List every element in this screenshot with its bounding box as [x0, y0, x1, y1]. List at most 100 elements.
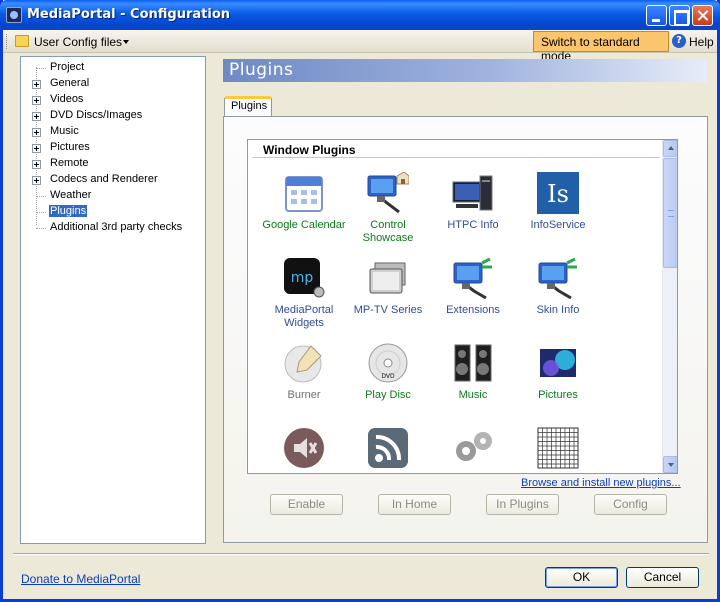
chevron-down-icon[interactable]: [123, 40, 129, 44]
plugin-tile[interactable]: Google Calendar: [262, 172, 346, 256]
plugin-label: HTPC Info: [447, 219, 499, 231]
plugin-label: InfoService: [530, 219, 586, 231]
scroll-down-button[interactable]: [663, 456, 677, 473]
group-header: Window Plugins: [263, 143, 356, 157]
tree-item-label: Remote: [50, 157, 89, 169]
plugin-tile[interactable]: [346, 427, 430, 473]
scrollbar-thumb[interactable]: [663, 158, 677, 268]
plugin-label: Extensions: [446, 304, 500, 316]
group-divider: [252, 157, 660, 158]
close-button[interactable]: [692, 5, 713, 26]
page-header: Plugins: [223, 59, 707, 82]
plugin-label: MediaPortal Widgets: [274, 304, 334, 329]
tree-branch-line: [36, 212, 46, 213]
tree-item-label: Videos: [50, 93, 84, 105]
plugin-label: Play Disc: [365, 389, 411, 401]
in-home-button[interactable]: In Home: [378, 494, 451, 515]
toolbar: User Config files Switch to standard mod…: [3, 30, 717, 63]
expand-plus-icon[interactable]: [32, 128, 41, 137]
expand-plus-icon[interactable]: [32, 160, 41, 169]
plugin-tile[interactable]: Skin Info: [516, 257, 600, 341]
plugin-tile[interactable]: [516, 427, 600, 473]
browse-plugins-link[interactable]: Browse and install new plugins...: [521, 477, 681, 489]
htpc-computer-icon: [452, 172, 494, 214]
window-title: MediaPortal - Configuration: [27, 7, 231, 22]
tree-item-label: Weather: [50, 189, 92, 201]
plugin-label: Music: [458, 389, 488, 401]
plugin-tile[interactable]: [262, 427, 346, 473]
tv-series-icon: [367, 257, 409, 299]
cancel-button[interactable]: Cancel: [626, 567, 699, 588]
config-button[interactable]: Config: [594, 494, 667, 515]
scroll-up-button[interactable]: [663, 140, 677, 157]
plugin-tile[interactable]: Pictures: [516, 342, 600, 426]
tree-branch-line: [36, 68, 46, 69]
tree-item-label: General: [50, 77, 90, 89]
donate-link[interactable]: Donate to MediaPortal: [21, 572, 140, 586]
plugin-tile[interactable]: mp MediaPortal Widgets: [262, 257, 346, 341]
speaker-muted-icon: [283, 427, 325, 469]
monitor-plug-home-icon: [367, 171, 410, 214]
minimize-button[interactable]: [646, 5, 667, 26]
rss-feed-icon: [367, 427, 409, 469]
tree-item-label: DVD Discs/Images: [50, 109, 143, 121]
plugin-label: Google Calendar: [262, 219, 346, 231]
footer-separator: [13, 553, 709, 555]
switch-mode-button[interactable]: Switch to standard mode: [533, 31, 669, 63]
tree-item-label: Codecs and Renderer: [50, 173, 158, 185]
toolbar-grip[interactable]: [6, 34, 9, 49]
expand-plus-icon[interactable]: [32, 144, 41, 153]
title-bar[interactable]: MediaPortal - Configuration: [0, 0, 720, 30]
tree-item-label: Plugins: [49, 205, 88, 217]
plugin-tile[interactable]: Music: [431, 342, 515, 426]
plugin-tile[interactable]: MP-TV Series: [346, 257, 430, 341]
speakers-icon: [452, 342, 494, 384]
tree-item-label: Pictures: [50, 141, 90, 153]
tree-item-label: Project: [50, 61, 85, 73]
section-tree[interactable]: Project General Videos DVD Discs/Images Musi…: [20, 56, 206, 544]
plugin-tile[interactable]: [431, 427, 515, 473]
help-icon[interactable]: ?: [672, 34, 686, 48]
expand-plus-icon[interactable]: [32, 96, 41, 105]
user-config-files-menu[interactable]: User Config files: [34, 35, 122, 49]
plugin-label: MP-TV Series: [353, 304, 423, 316]
maximize-button[interactable]: [669, 5, 690, 26]
plugin-tile[interactable]: Burner: [262, 342, 346, 426]
tree-branch-line: [36, 196, 46, 197]
config-window: MediaPortal - Configuration User Config …: [0, 0, 720, 602]
expand-plus-icon[interactable]: [32, 80, 41, 89]
plugin-label: Skin Info: [536, 304, 580, 316]
enable-button[interactable]: Enable: [270, 494, 343, 515]
monitor-plug-icon: [452, 257, 494, 300]
plugin-label: Control Showcase: [362, 219, 414, 244]
dvd-disc-icon: DVD: [367, 342, 409, 384]
plugin-label: Burner: [287, 389, 321, 401]
plugin-tile[interactable]: DVD Play Disc: [346, 342, 430, 426]
vertical-scrollbar[interactable]: [662, 140, 677, 473]
mediaportal-widgets-icon: mp: [283, 257, 325, 299]
plugin-tile[interactable]: Control Showcase: [346, 171, 430, 256]
plugin-tile[interactable]: Extensions: [431, 257, 515, 341]
svg-text:mp: mp: [291, 270, 314, 286]
expand-plus-icon[interactable]: [32, 176, 41, 185]
plugin-tile[interactable]: Is InfoService: [516, 172, 600, 256]
plugin-list[interactable]: Window Plugins Google Calendar Control Sh…: [247, 139, 678, 474]
monitor-plug-icon: [537, 257, 579, 300]
plugin-tile[interactable]: HTPC Info: [431, 172, 515, 256]
svg-text:Is: Is: [547, 180, 569, 208]
mediaportal-app-icon: [6, 7, 22, 23]
expand-plus-icon[interactable]: [32, 112, 41, 121]
tree-branch-line: [36, 228, 46, 229]
disc-pencil-icon: [283, 342, 325, 384]
in-plugins-button[interactable]: In Plugins: [486, 494, 559, 515]
tab-plugins[interactable]: Plugins: [224, 96, 272, 117]
gears-icon: [452, 427, 494, 469]
svg-text:DVD: DVD: [381, 373, 395, 380]
folder-icon[interactable]: [15, 35, 29, 47]
page-title: Plugins: [229, 60, 294, 80]
picture-icon: [537, 342, 579, 384]
help-button[interactable]: Help: [689, 35, 714, 49]
ok-button[interactable]: OK: [545, 567, 618, 588]
calendar-icon: [283, 172, 325, 214]
tree-item-label: Music: [50, 125, 79, 137]
